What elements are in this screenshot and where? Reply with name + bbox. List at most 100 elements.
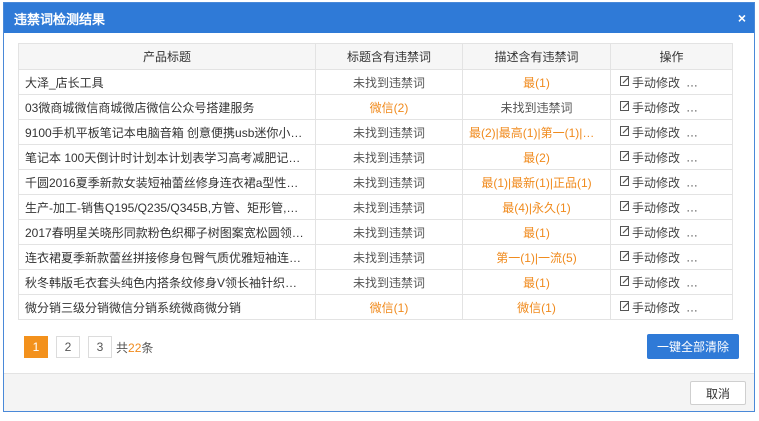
manual-edit-label: 手动修改 [632,275,681,290]
desc-violation-cell: 最(1)|最新(1)|正品(1) [462,169,611,195]
dialog-footer: 取消 [4,373,754,411]
column-header-actions: 操作 [610,43,733,70]
column-header-product-title: 产品标题 [18,43,316,70]
product-title-cell: 笔记本 100天倒计时计划本计划表学习高考减肥记事本B561日程本 [18,144,316,170]
desc-violation-cell: 最(2)|最高(1)|第一(1)|必备(1) [462,119,611,145]
title-violation-cell: 未找到违禁词 [315,269,463,295]
product-title-cell: 2017春明星关晓彤同款粉色织椰子树图案宽松圆领卫衣银色半身裙 [18,219,316,245]
actions-cell: 手动修改 一键清除 [610,244,733,270]
manual-edit-button[interactable]: 手动修改 [620,199,680,216]
actions-cell: 手动修改 一键清除 [610,194,733,220]
product-title-cell: 微分销三级分销微信分销系统微商微分销 [18,294,316,320]
table-row: 生产-加工-销售Q195/Q235/Q345B,方管、矩形管,低合金管,无缝管未… [18,194,733,220]
manual-edit-button[interactable]: 手动修改 [620,99,680,116]
page-2-button[interactable]: 2 [56,336,80,358]
product-title-cell: 03微商城微信商城微店微信公众号搭建服务 [18,94,316,120]
table-row: 2017春明星关晓彤同款粉色织椰子树图案宽松圆领卫衣银色半身裙未找到违禁词最(1… [18,219,733,245]
actions-cell: 手动修改 一键清除 [610,119,733,145]
dialog-title: 违禁词检测结果 [14,11,106,27]
desc-violation-cell: 未找到违禁词 [462,94,611,120]
one-click-clear-label: 一键清除 [698,150,731,165]
one-click-clear-label: 一键清除 [698,100,731,115]
manual-edit-button[interactable]: 手动修改 [620,224,680,241]
product-title-cell: 千圆2016夏季新款女装短袖蕾丝修身连衣裙a型性感连衣裙 [18,169,316,195]
manual-edit-label: 手动修改 [632,200,681,215]
page-3-button[interactable]: 3 [88,336,112,358]
table-row: 03微商城微信商城微店微信公众号搭建服务微信(2)未找到违禁词 手动修改 一键清除 [18,94,733,120]
result-dialog: 违禁词检测结果 × 产品标题 标题含有违禁词 描述含有违禁词 操作 大泽_店长工… [3,2,755,412]
edit-icon [620,225,630,239]
close-icon[interactable]: × [738,10,746,26]
actions-cell: 手动修改 一键清除 [610,294,733,320]
actions-cell: 手动修改 一键清除 [610,69,733,95]
title-violation-cell: 未找到违禁词 [315,169,463,195]
manual-edit-button[interactable]: 手动修改 [620,174,680,191]
title-violation-cell: 未找到违禁词 [315,144,463,170]
desc-violation-cell: 微信(1) [462,294,611,320]
manual-edit-label: 手动修改 [632,225,681,240]
manual-edit-label: 手动修改 [632,300,681,315]
actions-cell: 手动修改 一键清除 [610,94,733,120]
manual-edit-button[interactable]: 手动修改 [620,149,680,166]
table-row: 秋冬韩版毛衣套头纯色内搭条纹修身V领长袖针织打底衫女 未找到违禁词 最(1) 手动修改… [18,269,733,295]
column-header-desc-violations: 描述含有违禁词 [462,43,611,70]
manual-edit-label: 手动修改 [632,125,681,140]
table-row: 微分销三级分销微信分销系统微商微分销微信(1)微信(1)手动修改一键清除 [18,294,733,320]
title-violation-cell: 未找到违禁词 [315,119,463,145]
one-click-clear-label: 一键清除 [698,75,731,90]
total-count-label: 共22条 [116,340,154,355]
product-title-cell: 秋冬韩版毛衣套头纯色内搭条纹修身V领长袖针织打底衫女 [18,269,316,295]
manual-edit-label: 手动修改 [632,175,681,190]
cancel-button[interactable]: 取消 [690,381,746,405]
clear-all-button[interactable]: 一键全部清除 [647,334,739,359]
title-violation-cell: 未找到违禁词 [315,69,463,95]
edit-icon [620,200,630,214]
edit-icon [620,125,630,139]
dialog-titlebar: 违禁词检测结果 × [4,3,754,33]
column-header-title-violations: 标题含有违禁词 [315,43,463,70]
actions-cell: 手动修改 一键清除 [610,169,733,195]
desc-violation-cell: 最(1) [462,219,611,245]
manual-edit-button[interactable]: 手动修改 [620,124,680,141]
title-violation-cell: 未找到违禁词 [315,219,463,245]
one-click-clear-label: 一键清除 [698,300,731,315]
product-title-cell: 9100手机平板笔记本电脑音箱 创意便携usb迷你小音响低音炮 [18,119,316,145]
result-table: 产品标题 标题含有违禁词 描述含有违禁词 操作 大泽_店长工具 未找到违禁词 最(1… [18,43,733,320]
pagination: 1 2 3 共22条 [24,336,153,358]
edit-icon [620,150,630,164]
title-violation-cell: 未找到违禁词 [315,244,463,270]
table-body: 大泽_店长工具未找到违禁词最(1)手动修改一键清除03微商城微信商城微店微信公众… [18,69,733,320]
page-1-button[interactable]: 1 [24,336,48,358]
edit-icon [620,75,630,89]
table-row: 连衣裙夏季新款蕾丝拼接修身包臀气质优雅短袖连衣裙批发 旗袍领未找到违禁词第一(1… [18,244,733,270]
manual-edit-label: 手动修改 [632,250,681,265]
manual-edit-button[interactable]: 手动修改 [620,299,680,316]
manual-edit-label: 手动修改 [632,150,681,165]
manual-edit-button[interactable]: 手动修改 [620,249,680,266]
edit-icon [620,100,630,114]
actions-cell: 手动修改 一键清除 [610,219,733,245]
actions-cell: 手动修改 一键清除 [610,144,733,170]
table-row: 9100手机平板笔记本电脑音箱 创意便携usb迷你小音响低音炮未找到违禁词最(2… [18,119,733,145]
title-violation-cell: 未找到违禁词 [315,194,463,220]
manual-edit-button[interactable]: 手动修改 [620,74,680,91]
edit-icon [620,275,630,289]
dialog-content: 产品标题 标题含有违禁词 描述含有违禁词 操作 大泽_店长工具 未找到违禁词 最(1… [18,43,742,320]
actions-cell: 手动修改 一键清除 [610,269,733,295]
table-row: 大泽_店长工具未找到违禁词最(1) 手动修改 一键清除 [18,69,733,95]
title-violation-cell: 微信(2) [315,94,463,120]
one-click-clear-label: 一键清除 [698,250,731,265]
manual-edit-button[interactable]: 手动修改 [620,274,680,291]
manual-edit-label: 手动修改 [632,100,681,115]
desc-violation-cell: 最(2) [462,144,611,170]
edit-icon [620,250,630,264]
desc-violation-cell: 最(1) [462,69,611,95]
one-click-clear-label: 一键清除 [698,225,731,240]
one-click-clear-label: 一键清除 [698,275,731,290]
table-row: 千圆2016夏季新款女装短袖蕾丝修身连衣裙a型性感连衣裙 未找到违禁词 最(1)|最… [18,169,733,195]
title-violation-cell: 微信(1) [315,294,463,320]
table-header-row: 产品标题 标题含有违禁词 描述含有违禁词 操作 [18,43,733,70]
manual-edit-label: 手动修改 [632,75,681,90]
product-title-cell: 大泽_店长工具 [18,69,316,95]
desc-violation-cell: 第一(1)|一流(5) [462,244,611,270]
